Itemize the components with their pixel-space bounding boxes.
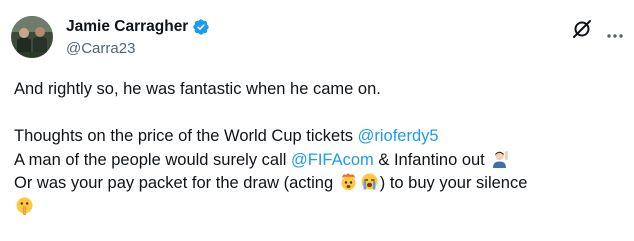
tweet-line: Or was your pay packet for the draw (act…: [14, 172, 626, 196]
tweet-card: Jamie Carragher @Carra23 And rightly so,…: [0, 0, 634, 241]
more-options-icon[interactable]: [607, 26, 623, 38]
tweet-line: And rightly so, he was fantastic when he…: [14, 78, 626, 102]
tweet-line: [14, 196, 626, 220]
mention-link-rioferdy5[interactable]: @rioferdy5: [358, 127, 439, 145]
grok-icon[interactable]: [571, 18, 593, 40]
loudly-crying-emoji: [360, 172, 379, 191]
shushing-face-emoji: [15, 196, 34, 215]
handle[interactable]: @Carra23: [66, 40, 135, 57]
display-name[interactable]: Jamie Carragher: [66, 18, 188, 36]
tweet-line-text: Thoughts on the price of the World Cup t…: [14, 127, 358, 145]
tweet-line: Thoughts on the price of the World Cup t…: [14, 125, 626, 149]
avatar[interactable]: [11, 16, 53, 58]
tweet-line-text: Or was your pay packet for the draw (act…: [14, 174, 338, 192]
tweet-text: And rightly so, he was fantastic when he…: [14, 78, 626, 219]
tweet-line-text: A man of the people would surely call: [14, 150, 291, 169]
tweet-line-text: & Infantino out: [373, 150, 490, 169]
tweet-line: A man of the people would surely call @F…: [14, 149, 626, 173]
tweet-line-text: And rightly so, he was fantastic when he…: [14, 80, 381, 98]
tweet-line-text: ) to buy your silence: [379, 174, 528, 192]
exploding-head-emoji: [339, 172, 358, 191]
man-raising-hand-emoji: [490, 149, 509, 168]
mention-link-fifacom[interactable]: @FIFAcom: [291, 151, 374, 169]
verified-badge-icon[interactable]: [192, 18, 210, 36]
